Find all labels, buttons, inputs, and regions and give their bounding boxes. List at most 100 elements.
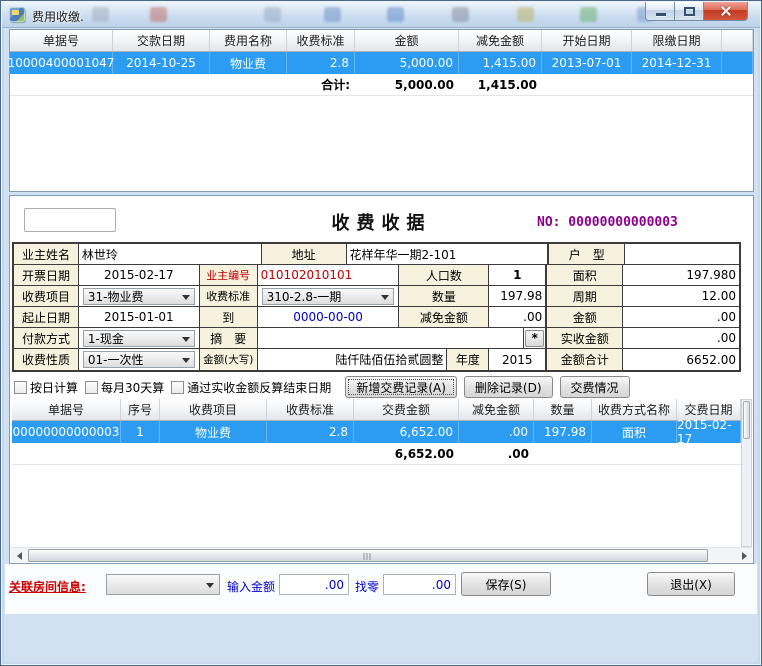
- year-field[interactable]: 2015: [489, 349, 546, 370]
- chevron-down-icon: [381, 295, 389, 300]
- receipt-form: 业主姓名 林世玲 地址 花样年华一期2-101 户 型 开票日期 2015-02…: [12, 242, 741, 372]
- column-header: 交费日期: [677, 399, 741, 420]
- house-type-label: 户 型: [547, 244, 625, 264]
- add-payment-record-button[interactable]: 新增交费记录(A): [345, 376, 457, 398]
- input-amount-field[interactable]: .00: [279, 574, 349, 595]
- column-header: 收费标准: [267, 399, 354, 420]
- actual-amount-field[interactable]: .00: [623, 328, 739, 348]
- ghost-toolbar-icon: [150, 7, 167, 22]
- fee-nature-cell: 01-一次性: [79, 349, 200, 370]
- fee-item-select[interactable]: 31-物业费: [83, 288, 195, 305]
- address-label: 地址: [262, 244, 347, 264]
- cell-empty: [12, 443, 121, 464]
- column-header: 数量: [534, 399, 592, 420]
- address-field[interactable]: 花样年华一期2-101: [347, 244, 549, 264]
- scrollbar-thumb[interactable]: [743, 401, 750, 439]
- pending-bills-grid: 单据号 交款日期 费用名称 收费标准 金额 减免金额 开始日期 限缴日期 100…: [9, 29, 754, 192]
- actual-amount-label: 实收金额: [545, 328, 623, 348]
- column-header: 序号: [121, 399, 160, 420]
- column-header: 收费标准: [287, 30, 355, 51]
- column-header: 减免金额: [459, 399, 534, 420]
- quantity-label: 数量: [399, 286, 489, 306]
- maximize-button[interactable]: [675, 2, 704, 21]
- standard-cell: 310-2.8-一期: [258, 286, 400, 306]
- chevron-down-icon: [206, 583, 214, 588]
- amount-words-field: 陆仟陆佰伍拾贰圆整: [258, 349, 448, 370]
- year-label: 年度: [447, 349, 489, 370]
- population-field[interactable]: 1: [489, 265, 546, 285]
- column-header: 交费金额: [354, 399, 459, 420]
- period-field[interactable]: 12.00: [623, 286, 739, 306]
- minimize-button[interactable]: [645, 2, 675, 21]
- totals-row: 合计: 5,000.00 1,415.00: [10, 74, 753, 96]
- reduction-field[interactable]: .00: [489, 307, 546, 327]
- ghost-toolbar-icon: [92, 7, 109, 22]
- cell-empty: [121, 443, 160, 464]
- amount-field[interactable]: .00: [623, 307, 739, 327]
- column-header: 收费方式名称: [592, 399, 677, 420]
- scroll-left-arrow-icon[interactable]: [11, 548, 27, 563]
- invoice-date-field[interactable]: 2015-02-17: [79, 265, 200, 285]
- totals-row: 6,652.00 .00: [12, 443, 741, 465]
- vertical-scrollbar[interactable]: [741, 399, 752, 547]
- fee-nature-value: 01-一次性: [88, 351, 144, 368]
- checkbox-label: 按日计算: [30, 379, 78, 396]
- cell-empty: [113, 74, 210, 95]
- titlebar: 费用收缴.: [2, 2, 760, 28]
- scroll-right-arrow-icon[interactable]: [736, 548, 752, 563]
- summary-field[interactable]: [258, 328, 525, 348]
- to-label: 到: [200, 307, 258, 327]
- change-label: 找零: [355, 578, 379, 595]
- checkbox-reverse-end-date[interactable]: 通过实收金额反算结束日期: [171, 379, 331, 396]
- owner-id-field[interactable]: 010102010101: [258, 265, 400, 285]
- checkbox-30days[interactable]: 每月30天算: [85, 379, 164, 396]
- app-icon: [9, 7, 25, 22]
- cell-empty: [10, 74, 113, 95]
- invoice-date-label: 开票日期: [14, 265, 79, 285]
- ghost-toolbar-icon: [580, 7, 597, 22]
- amount-label: 金额: [545, 307, 623, 327]
- payment-method-select[interactable]: 1-现金: [83, 330, 195, 347]
- checkbox-icon: [85, 381, 98, 394]
- date-from-field[interactable]: 2015-01-01: [79, 307, 200, 327]
- area-field[interactable]: 197.980: [623, 265, 739, 285]
- maximize-icon: [684, 7, 695, 16]
- cell-quantity: 197.98: [534, 421, 592, 443]
- period-label: 周期: [545, 286, 623, 306]
- save-button[interactable]: 保存(S): [461, 572, 551, 596]
- grid-header-row: 单据号 序号 收费项目 收费标准 交费金额 减免金额 数量 收费方式名称 交费日…: [12, 399, 741, 421]
- column-header: 单据号: [12, 399, 121, 420]
- table-row-selected[interactable]: 00000000000003 1 物业费 2.8 6,652.00 .00 19…: [12, 421, 741, 443]
- owner-name-field[interactable]: 林世玲: [79, 244, 262, 264]
- column-header: 费用名称: [210, 30, 287, 51]
- room-info-select[interactable]: [106, 574, 220, 595]
- scrollbar-thumb[interactable]: [28, 549, 708, 562]
- standard-select[interactable]: 310-2.8-一期: [262, 288, 395, 305]
- payment-status-button[interactable]: 交费情况: [560, 376, 630, 398]
- totals-reduction: .00: [459, 443, 534, 464]
- column-header: 减免金额: [459, 30, 542, 51]
- grand-total-field: 6652.00: [623, 349, 739, 370]
- checkbox-daily-calc[interactable]: 按日计算: [14, 379, 78, 396]
- delete-record-button[interactable]: 删除记录(D): [464, 376, 553, 398]
- cell-empty: [160, 443, 267, 464]
- reduction-label: 减免金额: [399, 307, 489, 327]
- table-row-selected[interactable]: 10000400001047 2014-10-25 物业费 2.8 5,000.…: [10, 52, 753, 74]
- grip-icon: [364, 553, 373, 560]
- cell-seq: 1: [121, 421, 160, 443]
- horizontal-scrollbar[interactable]: [11, 547, 752, 562]
- exit-button[interactable]: 退出(X): [647, 572, 735, 596]
- cell-pay-date: 2014-10-25: [113, 52, 210, 74]
- payment-method-value: 1-现金: [88, 330, 124, 347]
- column-header: 收费项目: [160, 399, 267, 420]
- fee-nature-select[interactable]: 01-一次性: [83, 351, 195, 368]
- receipt-panel: 收费收据 NO: 00000000000003 业主姓名 林世玲 地址 花样年华…: [9, 195, 754, 564]
- payment-method-cell: 1-现金: [79, 328, 200, 348]
- house-type-field[interactable]: [625, 244, 739, 264]
- summary-picker-button[interactable]: *: [525, 330, 544, 347]
- date-to-field[interactable]: 0000-00-00: [258, 307, 400, 327]
- change-field[interactable]: .00: [383, 574, 456, 595]
- app-window: 费用收缴. 单据号 交款日期 费用名称 收费标准 金额 减免金额 开始日期 限缴…: [0, 0, 762, 666]
- quantity-field[interactable]: 197.98: [489, 286, 546, 306]
- close-button[interactable]: [704, 2, 748, 21]
